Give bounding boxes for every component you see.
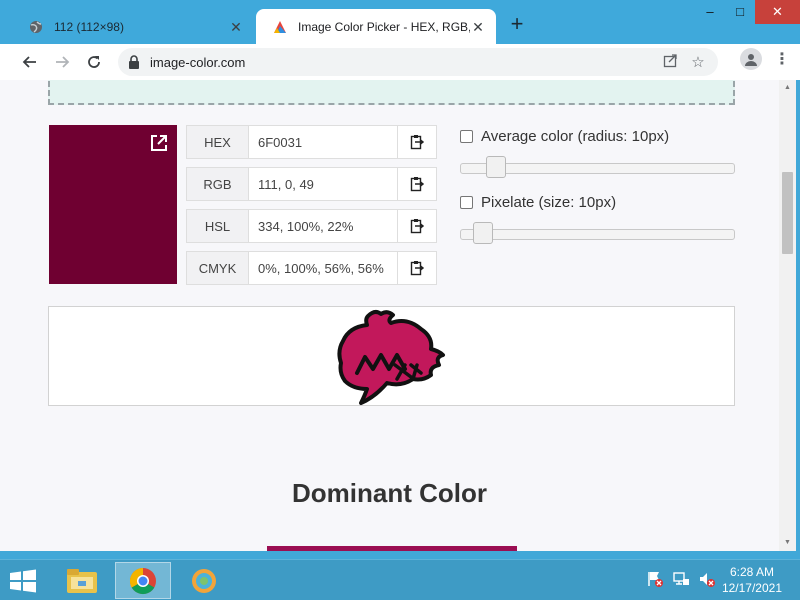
- tab-strip: 112 (112×98) ✕ Image Color Picker - HEX,…: [0, 0, 800, 44]
- slider-handle[interactable]: [472, 222, 493, 244]
- color-swatch: [49, 125, 177, 284]
- tab-title: 112 (112×98): [54, 19, 124, 34]
- average-label: Average color (radius: 10px): [481, 127, 670, 145]
- tab-title: Image Color Picker - HEX, RGB, H: [298, 19, 470, 34]
- pixelate-checkbox[interactable]: [460, 195, 473, 209]
- hex-value[interactable]: 6F0031: [249, 126, 397, 158]
- cmyk-row: CMYK 0%, 100%, 56%, 56%: [186, 251, 437, 285]
- profile-icon[interactable]: [740, 48, 762, 70]
- close-icon[interactable]: ✕: [228, 19, 244, 35]
- app-icon[interactable]: [176, 562, 232, 599]
- color-values-table: HEX 6F0031 RGB 111, 0, 49 HSL 334, 100%,…: [186, 125, 437, 293]
- scroll-down-arrow[interactable]: ▼: [779, 537, 796, 549]
- page-scrollbar[interactable]: ▲ ▼: [779, 80, 796, 551]
- favicon-icon: [272, 19, 288, 35]
- reload-icon[interactable]: [78, 46, 110, 78]
- pixelate-option: Pixelate (size: 10px): [460, 191, 740, 213]
- scroll-up-arrow[interactable]: ▲: [779, 82, 796, 94]
- dominant-color-title: Dominant Color: [292, 478, 487, 508]
- image-preview[interactable]: [48, 306, 735, 406]
- minimize-button[interactable]: –: [695, 0, 725, 24]
- clipboard-icon[interactable]: [397, 168, 436, 200]
- clock-time: 6:28 AM: [729, 565, 774, 579]
- average-option: Average color (radius: 10px): [460, 125, 740, 147]
- url-text: image-color.com: [150, 54, 246, 70]
- external-link-icon[interactable]: [149, 133, 169, 153]
- average-slider[interactable]: [460, 155, 735, 179]
- dominant-color-swatch: [267, 546, 517, 551]
- clock-date: 12/17/2021: [721, 581, 782, 595]
- rgb-label: RGB: [187, 168, 249, 200]
- clipboard-icon[interactable]: [397, 126, 436, 158]
- system-clock[interactable]: 6:28 AM 12/17/2021: [722, 564, 782, 596]
- image-drop-zone[interactable]: [48, 80, 735, 105]
- average-checkbox[interactable]: [460, 129, 473, 143]
- hex-label: HEX: [187, 126, 249, 158]
- browser-window: 112 (112×98) ✕ Image Color Picker - HEX,…: [0, 0, 800, 559]
- rgb-row: RGB 111, 0, 49: [186, 167, 437, 201]
- tab-color-picker[interactable]: Image Color Picker - HEX, RGB, H ✕: [256, 9, 496, 44]
- address-bar[interactable]: image-color.com ☆: [118, 48, 718, 76]
- pixelate-slider[interactable]: [460, 221, 735, 245]
- cmyk-value[interactable]: 0%, 100%, 56%, 56%: [249, 252, 397, 284]
- back-icon[interactable]: [14, 46, 46, 78]
- clipboard-icon[interactable]: [397, 210, 436, 242]
- globe-icon: [28, 19, 44, 35]
- hsl-label: HSL: [187, 210, 249, 242]
- hsl-row: HSL 334, 100%, 22%: [186, 209, 437, 243]
- browser-toolbar: image-color.com ☆ ⋮: [0, 44, 800, 80]
- slider-handle[interactable]: [485, 156, 506, 178]
- hex-row: HEX 6F0031: [186, 125, 437, 159]
- windows-start-icon[interactable]: [8, 569, 38, 593]
- cmyk-label: CMYK: [187, 252, 249, 284]
- close-icon[interactable]: ✕: [470, 19, 486, 35]
- system-tray: [646, 570, 716, 588]
- maximize-button[interactable]: □: [725, 0, 755, 24]
- page-content: HEX 6F0031 RGB 111, 0, 49 HSL 334, 100%,…: [0, 80, 779, 551]
- uploaded-image[interactable]: [335, 307, 449, 407]
- hsl-value[interactable]: 334, 100%, 22%: [249, 210, 397, 242]
- flag-icon[interactable]: [646, 570, 664, 588]
- slider-track[interactable]: [460, 229, 735, 240]
- lock-icon[interactable]: [128, 55, 140, 69]
- pixelate-label: Pixelate (size: 10px): [481, 193, 617, 211]
- clipboard-icon[interactable]: [397, 252, 436, 284]
- scroll-thumb[interactable]: [782, 172, 793, 254]
- chrome-icon[interactable]: [115, 562, 171, 599]
- window-close-button[interactable]: ✕: [755, 0, 800, 24]
- taskbar: 6:28 AM 12/17/2021: [0, 559, 800, 600]
- share-icon[interactable]: [656, 53, 684, 72]
- picker-options: Average color (radius: 10px) Pixelate (s…: [460, 125, 740, 257]
- forward-icon[interactable]: [46, 46, 78, 78]
- file-explorer-icon[interactable]: [54, 562, 110, 599]
- star-icon[interactable]: ☆: [684, 53, 712, 71]
- tab-image[interactable]: 112 (112×98) ✕: [12, 9, 254, 44]
- menu-icon[interactable]: ⋮: [774, 49, 790, 69]
- network-icon[interactable]: [672, 570, 690, 588]
- window-controls: – □ ✕: [695, 0, 800, 26]
- rgb-value[interactable]: 111, 0, 49: [249, 168, 397, 200]
- volume-icon[interactable]: [698, 570, 716, 588]
- new-tab-button[interactable]: +: [506, 13, 528, 36]
